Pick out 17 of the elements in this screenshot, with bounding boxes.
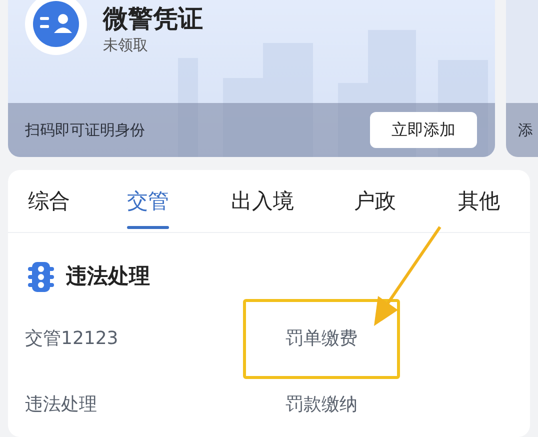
card-title: 微警凭证	[103, 3, 203, 35]
category-tab[interactable]: 交管	[127, 170, 169, 233]
card-hint: 扫码即可证明身份	[25, 120, 145, 141]
service-link[interactable]: 违法处理	[25, 378, 243, 430]
service-link[interactable]: 交管12123	[25, 298, 243, 378]
card-status: 未领取	[103, 35, 148, 56]
add-button[interactable]: 添	[518, 118, 533, 142]
category-tab[interactable]: 其他	[458, 170, 500, 233]
category-tab[interactable]: 出入境	[231, 170, 294, 233]
id-card-icon	[25, 0, 87, 55]
category-tab[interactable]: 户政	[354, 170, 396, 233]
traffic-light-icon	[28, 262, 54, 292]
service-link[interactable]: 罚款缴纳	[243, 378, 400, 430]
service-link[interactable]: 罚单缴费	[243, 298, 400, 378]
section-title: 违法处理	[66, 263, 150, 290]
add-button[interactable]: 立即添加	[370, 112, 477, 148]
category-tab[interactable]: 综合	[28, 170, 70, 233]
